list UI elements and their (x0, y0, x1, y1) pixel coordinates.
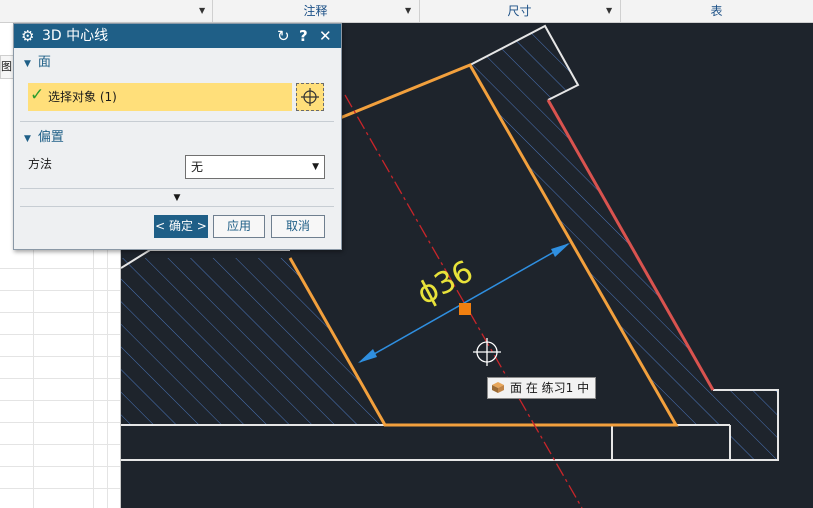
selection-tooltip: 面 在 练习1 中 (487, 377, 597, 399)
grid-divider (0, 422, 120, 423)
apply-button[interactable]: 应用 (213, 215, 265, 238)
gear-icon[interactable]: ⚙ (21, 24, 34, 48)
section-divider (20, 188, 334, 189)
ribbon-group-table[interactable]: 表 (620, 0, 813, 22)
method-label: 方法 (28, 157, 53, 171)
section-divider (20, 206, 334, 207)
grid-divider (0, 488, 120, 489)
select-object-row[interactable]: ✓ 选择对象 (1) (28, 83, 292, 111)
section-face-title: 面 (37, 55, 51, 70)
crosshair-select-icon (301, 88, 319, 106)
help-icon[interactable]: ? (299, 24, 308, 48)
close-icon[interactable]: ✕ (319, 24, 332, 48)
ok-button[interactable]: < 确定 > (154, 215, 208, 238)
ribbon-group-1-dropdown-icon[interactable]: ▼ (199, 0, 205, 22)
ribbon-annotation-dropdown-icon[interactable]: ▼ (405, 0, 411, 22)
grid-divider (0, 400, 120, 401)
section-divider (20, 121, 334, 122)
ribbon-group-table-label: 表 (710, 4, 723, 18)
cancel-button[interactable]: 取消 (271, 215, 325, 238)
centerline-3d-dialog: ⚙ 3D 中心线 ↻ ? ✕ ▼ 面 ✓ 选择对象 (1) ▼ 偏置 方法 无 ▼ … (13, 23, 342, 250)
method-dropdown[interactable]: 无 ▼ (185, 155, 325, 179)
ribbon-group-annotation[interactable]: 注释 (212, 0, 420, 22)
grid-divider (0, 466, 120, 467)
grid-divider (0, 378, 120, 379)
expand-more-icon: ▼ (173, 193, 181, 203)
grid-divider (0, 268, 120, 269)
ribbon-group-dimension-label: 尺寸 (507, 4, 532, 18)
select-object-button[interactable] (296, 83, 324, 111)
face-icon (492, 382, 504, 393)
grid-divider (0, 312, 120, 313)
chevron-down-icon: ▼ (312, 162, 319, 172)
select-object-label: 选择对象 (1) (48, 90, 117, 104)
dialog-title: 3D 中心线 (42, 28, 109, 44)
method-value: 无 (191, 160, 204, 174)
section-offset-title: 偏置 (37, 130, 64, 145)
section-offset-header[interactable]: ▼ 偏置 (20, 127, 334, 149)
check-icon: ✓ (30, 85, 45, 105)
dimension-handle[interactable] (459, 303, 471, 315)
left-panel-tab-label: 图 (1, 60, 12, 73)
section-face-header[interactable]: ▼ 面 (20, 52, 334, 74)
tooltip-text: 面 在 练习1 中 (510, 381, 590, 395)
reset-icon[interactable]: ↻ (277, 24, 290, 48)
ribbon-group-dimension[interactable]: 尺寸 (419, 0, 621, 22)
ribbon-group-1[interactable] (0, 0, 213, 22)
dialog-title-bar[interactable]: ⚙ 3D 中心线 ↻ ? ✕ (14, 24, 341, 48)
grid-divider (0, 290, 120, 291)
ribbon-bar: ▼ 注释 ▼ 尺寸 ▼ 表 (0, 0, 813, 23)
more-options-toggle[interactable]: ▼ (20, 191, 334, 205)
ribbon-dimension-dropdown-icon[interactable]: ▼ (606, 0, 612, 22)
grid-divider (0, 334, 120, 335)
ribbon-group-annotation-label: 注释 (303, 4, 328, 18)
section-collapse-icon: ▼ (24, 59, 31, 69)
grid-divider (0, 444, 120, 445)
section-collapse-icon: ▼ (24, 134, 31, 144)
grid-divider (0, 356, 120, 357)
